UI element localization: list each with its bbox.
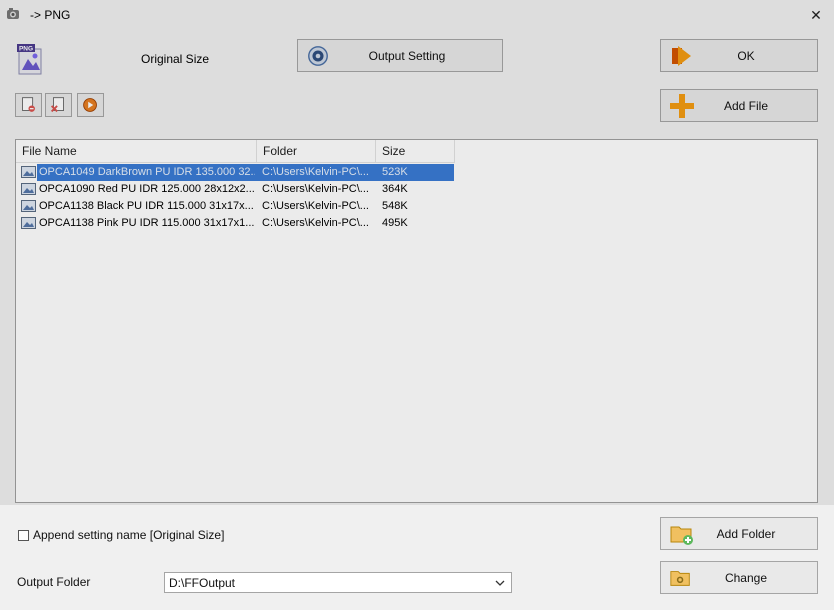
output-folder-value: D:\FFOutput [169,576,236,590]
image-file-icon [21,217,36,229]
image-file-icon [21,166,36,178]
table-row[interactable]: OPCA1049 DarkBrown PU IDR 135.000 32... … [16,164,455,181]
file-name-cell: OPCA1090 Red PU IDR 125.000 28x12x2... [39,183,255,195]
title-bar: -> PNG ✕ [0,0,834,30]
converter-window: -> PNG ✕ PNG Original Size Output Settin… [0,0,834,610]
add-folder-label: Add Folder [716,526,776,541]
window-title: -> PNG [30,8,71,22]
add-file-label: Add File [723,98,769,113]
size-cell: 495K [382,217,408,229]
close-icon: ✕ [810,7,822,23]
folder-cell: C:\Users\Kelvin-PC\... [262,183,369,195]
file-name-cell: OPCA1138 Pink PU IDR 115.000 31x17x1... [39,217,255,229]
output-setting-label: Output Setting [368,48,446,63]
png-badge-text: PNG [19,46,33,53]
append-setting-label: Append setting name [Original Size] [33,528,225,542]
column-header-size[interactable]: Size [376,140,455,163]
table-row[interactable]: OPCA1138 Pink PU IDR 115.000 31x17x1... … [16,215,455,232]
column-header-file-name[interactable]: File Name [16,140,257,163]
file-name-cell: OPCA1138 Black PU IDR 115.000 31x17x... [39,200,254,212]
change-button[interactable]: Change [660,561,818,594]
clear-list-button[interactable] [45,93,72,117]
folder-cell: C:\Users\Kelvin-PC\... [262,200,369,212]
size-label: Original Size [141,52,210,66]
remove-file-icon [22,97,35,112]
close-button[interactable]: ✕ [806,5,826,25]
ok-label: OK [737,48,755,63]
ok-button[interactable]: OK [660,39,818,72]
folder-cell: C:\Users\Kelvin-PC\... [262,217,369,229]
size-cell: 548K [382,200,408,212]
size-cell: 364K [382,183,408,195]
list-header: File Name Folder Size [16,140,455,163]
app-icon [7,8,19,19]
arrow-right-icon [672,45,691,66]
column-header-folder[interactable]: Folder [257,140,376,163]
chevron-down-icon [495,580,505,586]
settings-gear-icon [308,45,328,66]
folder-icon [670,570,690,586]
file-list[interactable]: File Name Folder Size OPCA1049 DarkBrown… [15,139,818,503]
add-folder-button[interactable]: Add Folder [660,517,818,550]
add-file-button[interactable]: Add File [660,89,818,122]
append-setting-checkbox[interactable] [18,530,29,541]
table-row[interactable]: OPCA1090 Red PU IDR 125.000 28x12x2... C… [16,181,455,198]
start-button[interactable] [77,93,104,117]
plus-icon [670,93,694,118]
table-row[interactable]: OPCA1138 Black PU IDR 115.000 31x17x... … [16,198,455,215]
folder-cell: C:\Users\Kelvin-PC\... [262,166,369,178]
size-cell: 523K [382,166,408,178]
remove-file-button[interactable] [15,93,42,117]
output-folder-label: Output Folder [17,575,91,589]
output-folder-select[interactable]: D:\FFOutput [164,572,512,593]
png-format-icon: PNG [17,44,42,75]
clear-list-icon [50,97,64,113]
output-setting-button[interactable]: Output Setting [297,39,503,72]
play-icon [83,98,97,112]
change-label: Change [724,570,768,585]
image-file-icon [21,183,36,195]
add-folder-icon [670,526,693,545]
file-name-cell: OPCA1049 DarkBrown PU IDR 135.000 32... [39,166,255,178]
image-file-icon [21,200,36,212]
